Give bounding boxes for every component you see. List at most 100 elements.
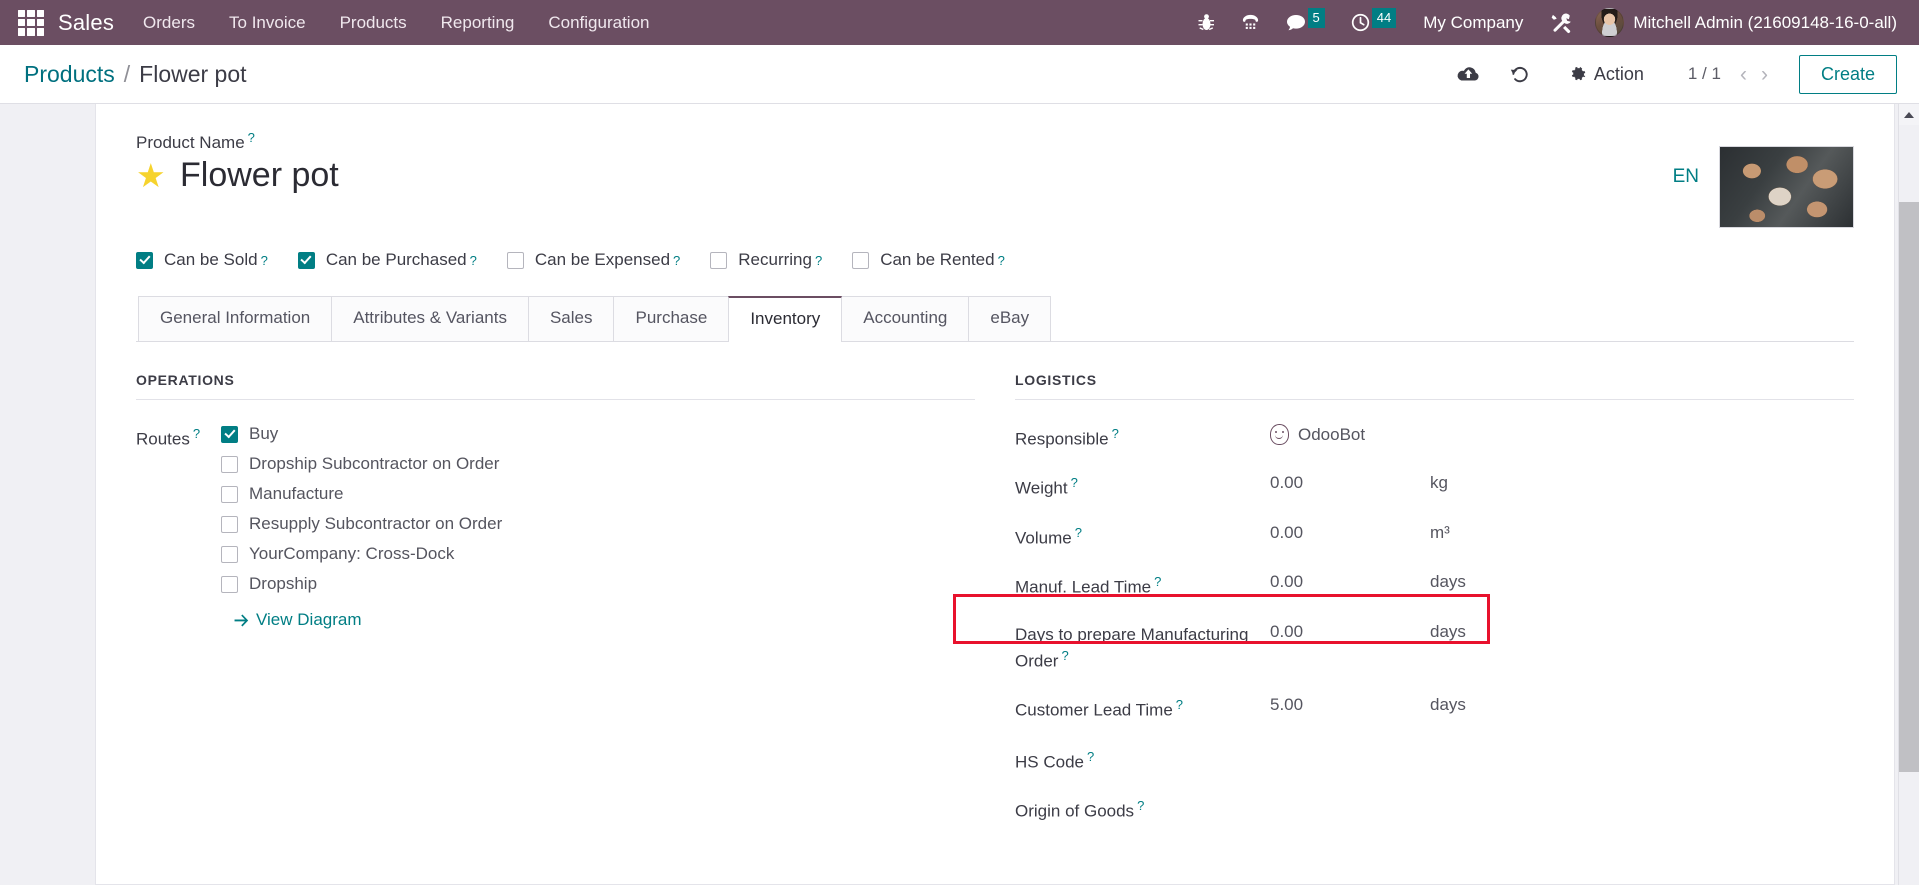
undo-discard-icon[interactable] <box>1495 58 1544 91</box>
checkbox-can-be-purchased[interactable]: Can be Purchased? <box>297 250 477 270</box>
create-button[interactable]: Create <box>1798 54 1897 94</box>
route-dropship-subcontractor-on-order[interactable]: Dropship Subcontractor on Order <box>221 454 502 474</box>
routes-checkbox-list: Buy Dropship Subcontractor on Order Manu… <box>221 424 502 630</box>
help-tip-icon[interactable]: ? <box>1112 426 1119 441</box>
field-customer-lead-time: Customer Lead Time? 5.00 days <box>1015 695 1854 722</box>
nav-item-reporting[interactable]: Reporting <box>424 1 532 45</box>
chevron-left-icon[interactable]: ‹ <box>1733 64 1754 85</box>
help-tip-icon[interactable]: ? <box>815 253 822 268</box>
routes-field: Routes? Buy Dropship Subcontractor on Or… <box>136 424 975 630</box>
route-manufacture[interactable]: Manufacture <box>221 484 502 504</box>
checkbox-recurring[interactable]: Recurring? <box>710 250 822 270</box>
help-tip-icon[interactable]: ? <box>470 253 477 268</box>
checkbox-recurring-label: Recurring <box>738 250 812 269</box>
route-buy-checkbox[interactable] <box>221 425 238 443</box>
route-manufacture-checkbox[interactable] <box>221 485 238 503</box>
customer-lead-time-label-wrap: Customer Lead Time? <box>1015 695 1270 722</box>
route-yourcompany-cross-dock[interactable]: YourCompany: Cross-Dock <box>221 544 502 564</box>
help-tip-icon[interactable]: ? <box>1154 574 1161 589</box>
checkbox-can-be-sold[interactable]: Can be Sold? <box>136 250 268 270</box>
checkbox-can-be-expensed-box[interactable] <box>506 251 524 269</box>
route-resupply-subcontractor-on-order[interactable]: Resupply Subcontractor on Order <box>221 514 502 534</box>
help-tip-icon[interactable]: ? <box>1137 798 1144 813</box>
tab-accounting[interactable]: Accounting <box>841 296 970 341</box>
view-diagram-link[interactable]: View Diagram <box>234 610 502 630</box>
nav-item-orders[interactable]: Orders <box>126 1 212 45</box>
checkbox-can-be-expensed[interactable]: Can be Expensed? <box>506 250 680 270</box>
nav-item-to-invoice[interactable]: To Invoice <box>212 1 323 45</box>
checkbox-can-be-rented[interactable]: Can be Rented? <box>852 250 1005 270</box>
route-cross-dock-checkbox[interactable] <box>221 545 238 563</box>
sheet-wrapper: Product Name? ★ Flower pot EN Can be Sol… <box>0 104 1898 885</box>
checkbox-can-be-rented-box[interactable] <box>852 251 870 269</box>
wrench-screwdriver-icon[interactable] <box>1537 0 1585 45</box>
route-dropship-checkbox[interactable] <box>221 575 238 593</box>
language-selector[interactable]: EN <box>1653 166 1719 188</box>
cloud-upload-icon[interactable] <box>1442 59 1495 90</box>
tab-sales[interactable]: Sales <box>527 296 615 341</box>
route-buy[interactable]: Buy <box>221 424 502 444</box>
help-tip-icon[interactable]: ? <box>1087 749 1094 764</box>
route-dropship[interactable]: Dropship <box>221 574 502 594</box>
manuf-lead-time-input[interactable]: 0.00 <box>1270 572 1430 592</box>
customer-lead-time-input[interactable]: 5.00 <box>1270 695 1430 715</box>
help-tip-icon[interactable]: ? <box>673 253 680 268</box>
days-to-prepare-input[interactable]: 0.00 <box>1270 622 1430 642</box>
tab-inventory[interactable]: Inventory <box>728 296 843 342</box>
tab-general-information[interactable]: General Information <box>138 296 333 341</box>
route-resupply-subcontractor-checkbox[interactable] <box>221 515 238 533</box>
origin-label: Origin of Goods <box>1015 801 1135 821</box>
help-tip-icon[interactable]: ? <box>1075 525 1082 540</box>
user-menu[interactable]: Mitchell Admin (21609148-16-0-all) <box>1585 8 1911 37</box>
help-tip-icon[interactable]: ? <box>1061 648 1068 663</box>
tab-purchase[interactable]: Purchase <box>613 296 730 341</box>
days-to-prepare-label-wrap: Days to prepare Manufacturing Order? <box>1015 622 1270 673</box>
scroll-up-arrow-icon[interactable] <box>1899 104 1919 125</box>
nav-item-products[interactable]: Products <box>323 1 424 45</box>
manuf-lead-time-label-wrap: Manuf. Lead Time? <box>1015 572 1270 599</box>
product-image[interactable] <box>1719 146 1854 228</box>
volume-input[interactable]: 0.00 <box>1270 523 1430 543</box>
help-tip-icon[interactable]: ? <box>261 253 268 268</box>
product-title-row: ★ Flower pot <box>136 156 1653 194</box>
checkbox-can-be-sold-label: Can be Sold <box>164 250 258 269</box>
breadcrumb: Products / Flower pot <box>24 61 247 88</box>
weight-input[interactable]: 0.00 <box>1270 473 1430 493</box>
bug-icon[interactable] <box>1185 0 1228 45</box>
responsible-value[interactable]: OdooBot <box>1270 424 1365 445</box>
apps-grid-icon[interactable] <box>18 9 44 36</box>
route-dropship-subcontractor-checkbox[interactable] <box>221 455 238 473</box>
messages-icon[interactable]: 5 <box>1273 0 1338 45</box>
volume-label: Volume <box>1015 528 1072 548</box>
help-tip-icon[interactable]: ? <box>248 130 255 145</box>
breadcrumb-products[interactable]: Products <box>24 61 115 88</box>
voip-phone-icon[interactable] <box>1228 0 1273 45</box>
checkbox-can-be-purchased-box[interactable] <box>297 251 315 269</box>
scrollbar-thumb[interactable] <box>1899 202 1919 772</box>
notebook-tabs: General Information Attributes & Variant… <box>136 296 1854 342</box>
help-tip-icon[interactable]: ? <box>1071 475 1078 490</box>
page-title[interactable]: Flower pot <box>180 156 339 194</box>
help-tip-icon[interactable]: ? <box>998 253 1005 268</box>
product-name-block: Product Name? ★ Flower pot <box>136 130 1653 228</box>
help-tip-icon[interactable]: ? <box>193 426 200 441</box>
app-brand-sales[interactable]: Sales <box>54 10 126 36</box>
nav-item-configuration[interactable]: Configuration <box>531 1 666 45</box>
favorite-star-icon[interactable]: ★ <box>136 159 166 192</box>
control-panel: Products / Flower pot Action 1 / 1 ‹ › C… <box>0 45 1919 104</box>
tab-ebay[interactable]: eBay <box>968 296 1052 341</box>
action-menu-button[interactable]: Action <box>1554 58 1660 91</box>
responsible-label-wrap: Responsible? <box>1015 424 1270 451</box>
customer-lead-time-value-wrap: 5.00 days <box>1270 695 1466 715</box>
activities-clock-icon[interactable]: 44 <box>1338 0 1409 45</box>
company-switcher[interactable]: My Company <box>1409 13 1537 33</box>
checkbox-can-be-purchased-label: Can be Purchased <box>325 250 467 269</box>
help-tip-icon[interactable]: ? <box>1176 697 1183 712</box>
tab-attributes-variants[interactable]: Attributes & Variants <box>331 296 529 341</box>
checkbox-recurring-box[interactable] <box>710 251 728 269</box>
manuf-lead-time-label: Manuf. Lead Time <box>1015 578 1152 598</box>
chevron-right-icon[interactable]: › <box>1754 64 1775 85</box>
checkbox-can-be-sold-box[interactable] <box>136 251 153 269</box>
vertical-scrollbar[interactable] <box>1898 104 1919 885</box>
cloud-upload-glyph <box>1457 66 1479 80</box>
